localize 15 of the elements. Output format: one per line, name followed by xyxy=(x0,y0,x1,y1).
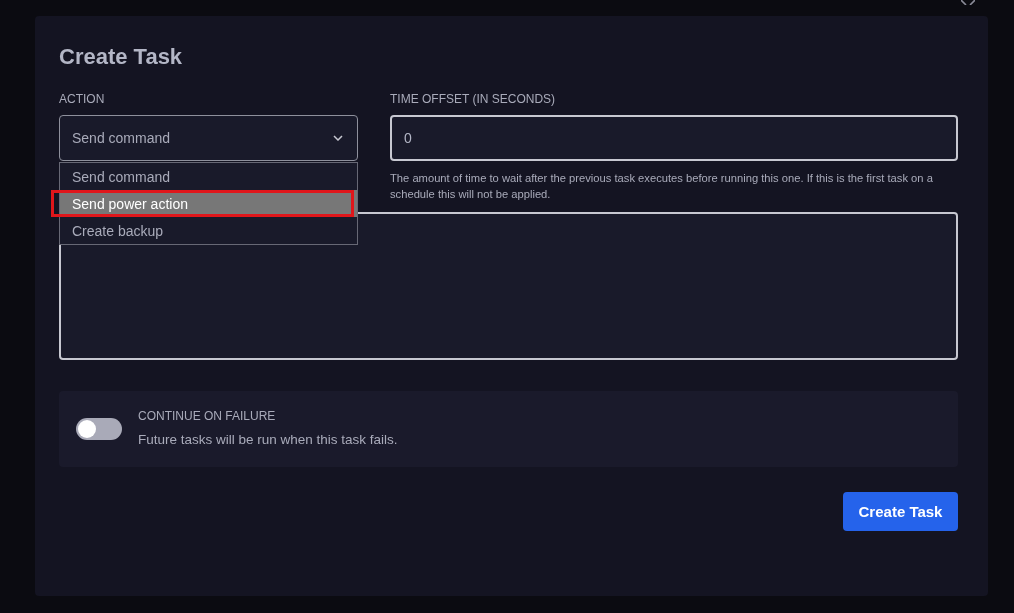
field-label: TIME OFFSET (IN SECONDS) xyxy=(390,92,556,106)
close-icon[interactable] xyxy=(961,0,975,5)
option-label: CONTINUE ON FAILURE xyxy=(138,409,277,423)
dropdown-option[interactable]: Send command xyxy=(60,163,357,190)
create-task-button[interactable]: Create Task xyxy=(843,492,958,531)
dropdown-option[interactable]: Create backup xyxy=(60,217,357,244)
help-text: The amount of time to wait after the previous task executes before running this one. If this is the first task on a schedule this will not be applied. xyxy=(390,171,934,202)
toggle-switch[interactable] xyxy=(76,418,122,440)
option-description: Future tasks will be run when this task fails. xyxy=(138,432,398,447)
dialog-title: Create Task xyxy=(59,43,184,71)
action-select[interactable]: Send command xyxy=(59,115,358,161)
chevron-down-icon xyxy=(333,135,343,141)
payload-field[interactable] xyxy=(59,212,958,360)
field-label: ACTION xyxy=(59,92,105,106)
time-offset-field[interactable]: 0 xyxy=(390,115,958,161)
